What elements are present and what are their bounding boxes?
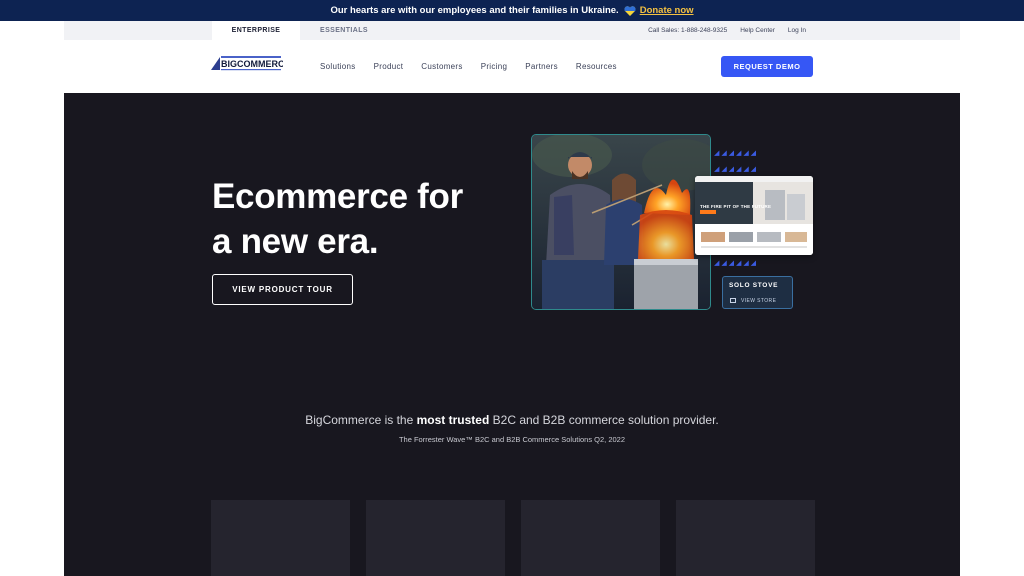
nav-customers[interactable]: Customers xyxy=(421,62,462,71)
solo-stove-badge[interactable]: SOLO STOVE VIEW STORE xyxy=(722,276,793,309)
call-sales-link[interactable]: Call Sales: 1-888-248-9325 xyxy=(648,27,727,34)
store-banner-text: THE FIRE PIT OF THE FUTURE xyxy=(700,204,772,209)
trust-emphasis: most trusted xyxy=(416,413,490,427)
nav-partners[interactable]: Partners xyxy=(525,62,558,71)
feature-card[interactable] xyxy=(676,500,815,576)
banner-message: Our hearts are with our employees and th… xyxy=(330,5,619,16)
nav-resources[interactable]: Resources xyxy=(576,62,617,71)
feature-card[interactable] xyxy=(211,500,350,576)
feature-card[interactable] xyxy=(366,500,505,576)
nav-solutions[interactable]: Solutions xyxy=(320,62,356,71)
logo-wordmark: BIGCOMMERCE xyxy=(221,59,283,69)
login-link[interactable]: Log In xyxy=(788,27,806,34)
badge-title: SOLO STOVE xyxy=(729,282,779,289)
ukraine-heart-icon xyxy=(624,5,636,16)
feature-card[interactable] xyxy=(521,500,660,576)
trust-source: The Forrester Wave™ B2C and B2B Commerce… xyxy=(398,435,626,444)
view-store-link[interactable]: VIEW STORE xyxy=(741,298,776,304)
tab-enterprise[interactable]: ENTERPRISE xyxy=(212,21,300,40)
tab-essentials[interactable]: ESSENTIALS xyxy=(300,21,388,40)
view-product-tour-button[interactable]: VIEW PRODUCT TOUR xyxy=(212,274,353,305)
nav-product[interactable]: Product xyxy=(374,62,404,71)
bigcommerce-logo[interactable]: BIGCOMMERCE xyxy=(211,54,291,72)
decor-arrows-row-1: ◢ ◢ ◢ ◢ ◢ ◢ xyxy=(714,150,757,157)
trust-prefix: BigCommerce is the xyxy=(305,413,414,427)
hero-headline: Ecommerce for a new era. xyxy=(212,174,512,264)
trust-suffix: B2C and B2B commerce solution provider. xyxy=(492,413,719,427)
decor-arrows-row-2: ◢ ◢ ◢ ◢ ◢ ◢ xyxy=(714,166,757,173)
feature-cards xyxy=(211,500,815,576)
headline-line-2: a new era. xyxy=(212,222,379,261)
store-screenshot: THE FIRE PIT OF THE FUTURE xyxy=(695,176,813,255)
store-icon xyxy=(730,298,736,303)
decor-arrows-row-3: ◢ ◢ ◢ ◢ ◢ ◢ xyxy=(714,260,757,267)
utility-links: Call Sales: 1-888-248-9325 Help Center L… xyxy=(648,21,806,40)
announcement-banner: Our hearts are with our employees and th… xyxy=(0,0,1024,21)
request-demo-button[interactable]: REQUEST DEMO xyxy=(721,56,813,77)
nav-menu: Solutions Product Customers Pricing Part… xyxy=(320,40,617,93)
trust-statement: BigCommerce is the most trusted B2C and … xyxy=(64,413,960,427)
headline-line-1: Ecommerce for xyxy=(212,177,463,216)
utility-bar: ENTERPRISE ESSENTIALS Call Sales: 1-888-… xyxy=(64,21,960,40)
help-center-link[interactable]: Help Center xyxy=(740,27,775,34)
hero-photo xyxy=(531,134,711,310)
donate-link[interactable]: Donate now xyxy=(640,5,694,16)
nav-pricing[interactable]: Pricing xyxy=(481,62,508,71)
